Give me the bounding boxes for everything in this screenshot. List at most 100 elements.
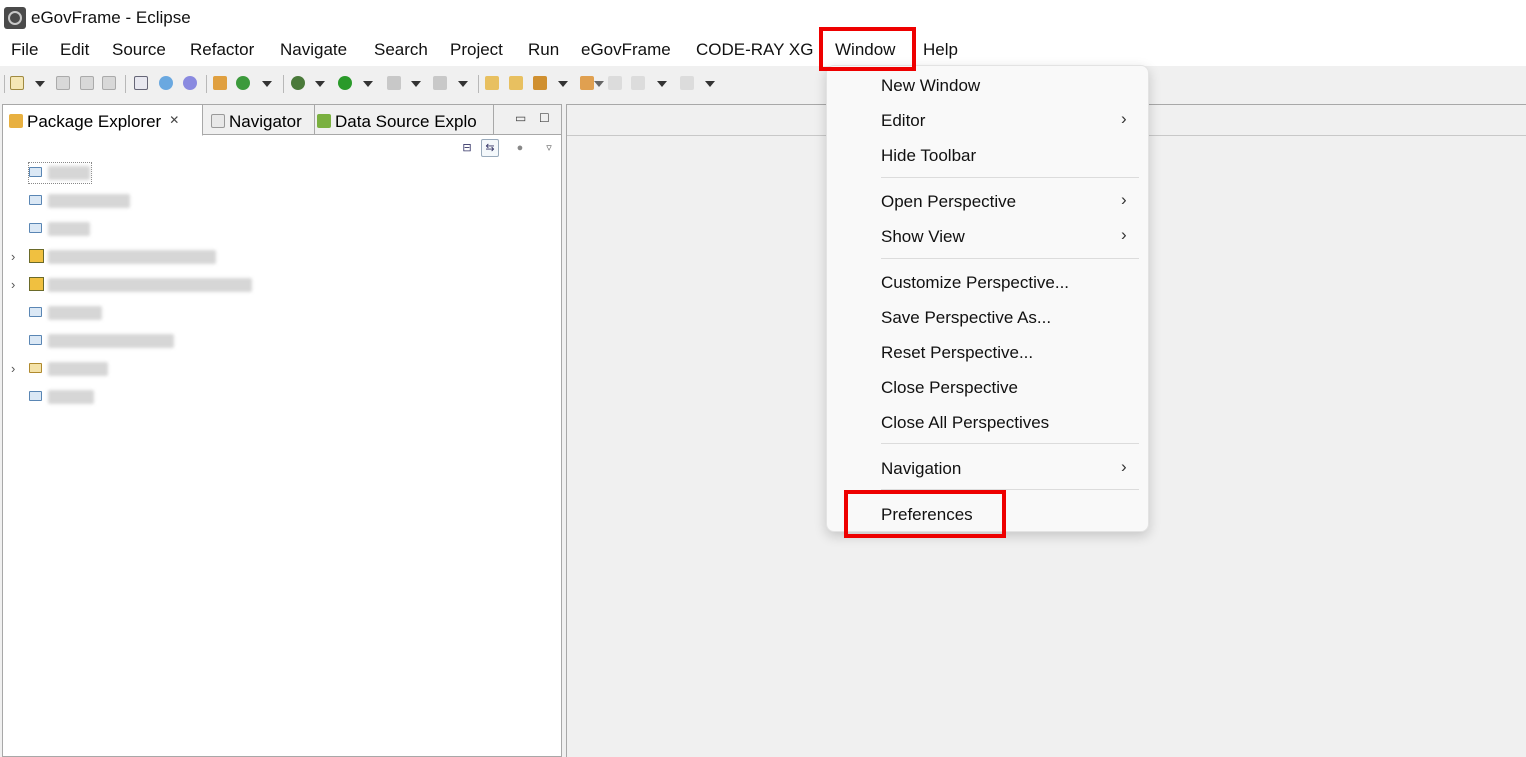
menu-separator: [881, 443, 1139, 444]
open-type-icon[interactable]: [485, 76, 499, 90]
minimize-view-icon[interactable]: ▭: [515, 111, 526, 125]
menu-search[interactable]: Search: [374, 40, 428, 60]
tree-item[interactable]: ›: [3, 358, 561, 380]
server-icon[interactable]: [183, 76, 197, 90]
tab-label: Data Source Explo: [335, 112, 477, 131]
submenu-arrow-icon: ›: [1121, 225, 1127, 244]
menu-egovframe[interactable]: eGovFrame: [581, 40, 671, 60]
window-title: eGovFrame - Eclipse: [31, 8, 191, 27]
expand-chevron-icon[interactable]: ›: [11, 361, 15, 376]
menu-help[interactable]: Help: [923, 40, 958, 60]
tree-item[interactable]: [3, 302, 561, 324]
print-icon[interactable]: [102, 76, 116, 90]
tab-data-source-explorer[interactable]: Data Source Explo: [314, 105, 494, 135]
folder-icon: [29, 391, 42, 401]
binary-icon[interactable]: [134, 76, 148, 90]
refresh-icon[interactable]: [236, 76, 250, 90]
redacted-name: [48, 222, 90, 236]
tree-item[interactable]: ›: [3, 274, 561, 296]
back-dropdown-arrow[interactable]: [657, 81, 667, 87]
toolbar-grip: [4, 75, 5, 93]
menu-item-customize-perspective[interactable]: Customize Perspective...: [881, 273, 1069, 293]
toolbar-separator: [478, 75, 479, 93]
menu-item-close-all-perspectives[interactable]: Close All Perspectives: [881, 413, 1049, 433]
run-dropdown-arrow[interactable]: [363, 81, 373, 87]
save-all-icon[interactable]: [80, 76, 94, 90]
redacted-name: [48, 250, 216, 264]
tree-item[interactable]: [3, 162, 561, 184]
tree-item[interactable]: ›: [3, 246, 561, 268]
expand-chevron-icon[interactable]: ›: [11, 277, 15, 292]
globe-icon[interactable]: [159, 76, 173, 90]
menu-item-close-perspective[interactable]: Close Perspective: [881, 378, 1018, 398]
annotation-icon[interactable]: [580, 76, 594, 90]
package-icon[interactable]: [213, 76, 227, 90]
menu-item-new-window[interactable]: New Window: [881, 76, 980, 96]
pencil-dropdown-arrow[interactable]: [558, 81, 568, 87]
refresh-dropdown-arrow[interactable]: [262, 81, 272, 87]
menu-item-save-perspective-as[interactable]: Save Perspective As...: [881, 308, 1051, 328]
submenu-arrow-icon: ›: [1121, 190, 1127, 209]
folder-icon: [29, 167, 42, 177]
back-icon[interactable]: [631, 76, 645, 90]
menu-source[interactable]: Source: [112, 40, 166, 60]
tab-label: Package Explorer: [27, 112, 162, 131]
preferences-highlight: [844, 490, 1006, 538]
menu-refactor[interactable]: Refactor: [190, 40, 254, 60]
tab-package-explorer[interactable]: Package Explorer ✕: [3, 105, 203, 136]
maven-project-icon: [29, 277, 44, 291]
folder-icon: [29, 223, 42, 233]
run-icon[interactable]: [338, 76, 352, 90]
open-resource-icon[interactable]: [509, 76, 523, 90]
pencil-icon[interactable]: [533, 76, 547, 90]
menu-edit[interactable]: Edit: [60, 40, 89, 60]
link-with-editor-icon[interactable]: ⇆: [481, 139, 499, 157]
redacted-name: [48, 166, 90, 180]
menu-item-editor[interactable]: Editor: [881, 111, 925, 131]
menu-run[interactable]: Run: [528, 40, 559, 60]
toolbar-separator: [206, 75, 207, 93]
last-edit-icon[interactable]: [608, 76, 622, 90]
save-icon[interactable]: [56, 76, 70, 90]
forward-icon[interactable]: [680, 76, 694, 90]
window-menu-dropdown: New Window Editor › Hide Toolbar Open Pe…: [826, 65, 1149, 532]
tab-navigator[interactable]: Navigator: [209, 105, 313, 135]
tab-label: Navigator: [229, 112, 302, 131]
datasource-icon: [317, 114, 331, 128]
filters-icon[interactable]: ●: [511, 139, 529, 157]
external-tools-icon[interactable]: [433, 76, 447, 90]
toolbar-separator: [125, 75, 126, 93]
tree-item[interactable]: [3, 330, 561, 352]
menu-project[interactable]: Project: [450, 40, 503, 60]
menu-file[interactable]: File: [11, 40, 38, 60]
debug-dropdown-arrow[interactable]: [315, 81, 325, 87]
annotation-dropdown-arrow[interactable]: [594, 81, 604, 87]
new-dropdown-arrow[interactable]: [35, 81, 45, 87]
tree-item[interactable]: [3, 190, 561, 212]
forward-dropdown-arrow[interactable]: [705, 81, 715, 87]
menu-item-show-view[interactable]: Show View: [881, 227, 965, 247]
folder-icon: [29, 335, 42, 345]
navigator-icon: [211, 114, 225, 128]
menu-item-reset-perspective[interactable]: Reset Perspective...: [881, 343, 1033, 363]
menu-code-ray-xg[interactable]: CODE-RAY XG: [696, 40, 813, 60]
close-icon[interactable]: ✕: [169, 113, 179, 127]
stop-dropdown-arrow[interactable]: [411, 81, 421, 87]
debug-icon[interactable]: [291, 76, 305, 90]
tree-item[interactable]: [3, 386, 561, 408]
stop-icon[interactable]: [387, 76, 401, 90]
menu-navigate[interactable]: Navigate: [280, 40, 347, 60]
collapse-all-icon[interactable]: ⊟: [458, 139, 476, 157]
submenu-arrow-icon: ›: [1121, 109, 1127, 128]
maximize-view-icon[interactable]: ☐: [539, 111, 550, 125]
tree-item[interactable]: [3, 218, 561, 240]
expand-chevron-icon[interactable]: ›: [11, 249, 15, 264]
view-menu-icon[interactable]: ▿: [540, 139, 558, 157]
menu-item-hide-toolbar[interactable]: Hide Toolbar: [881, 146, 976, 166]
new-icon[interactable]: [10, 76, 24, 90]
maven-project-icon: [29, 249, 44, 263]
external-tools-dropdown-arrow[interactable]: [458, 81, 468, 87]
menu-item-navigation[interactable]: Navigation: [881, 459, 961, 479]
menu-item-open-perspective[interactable]: Open Perspective: [881, 192, 1016, 212]
redacted-name: [48, 362, 108, 376]
